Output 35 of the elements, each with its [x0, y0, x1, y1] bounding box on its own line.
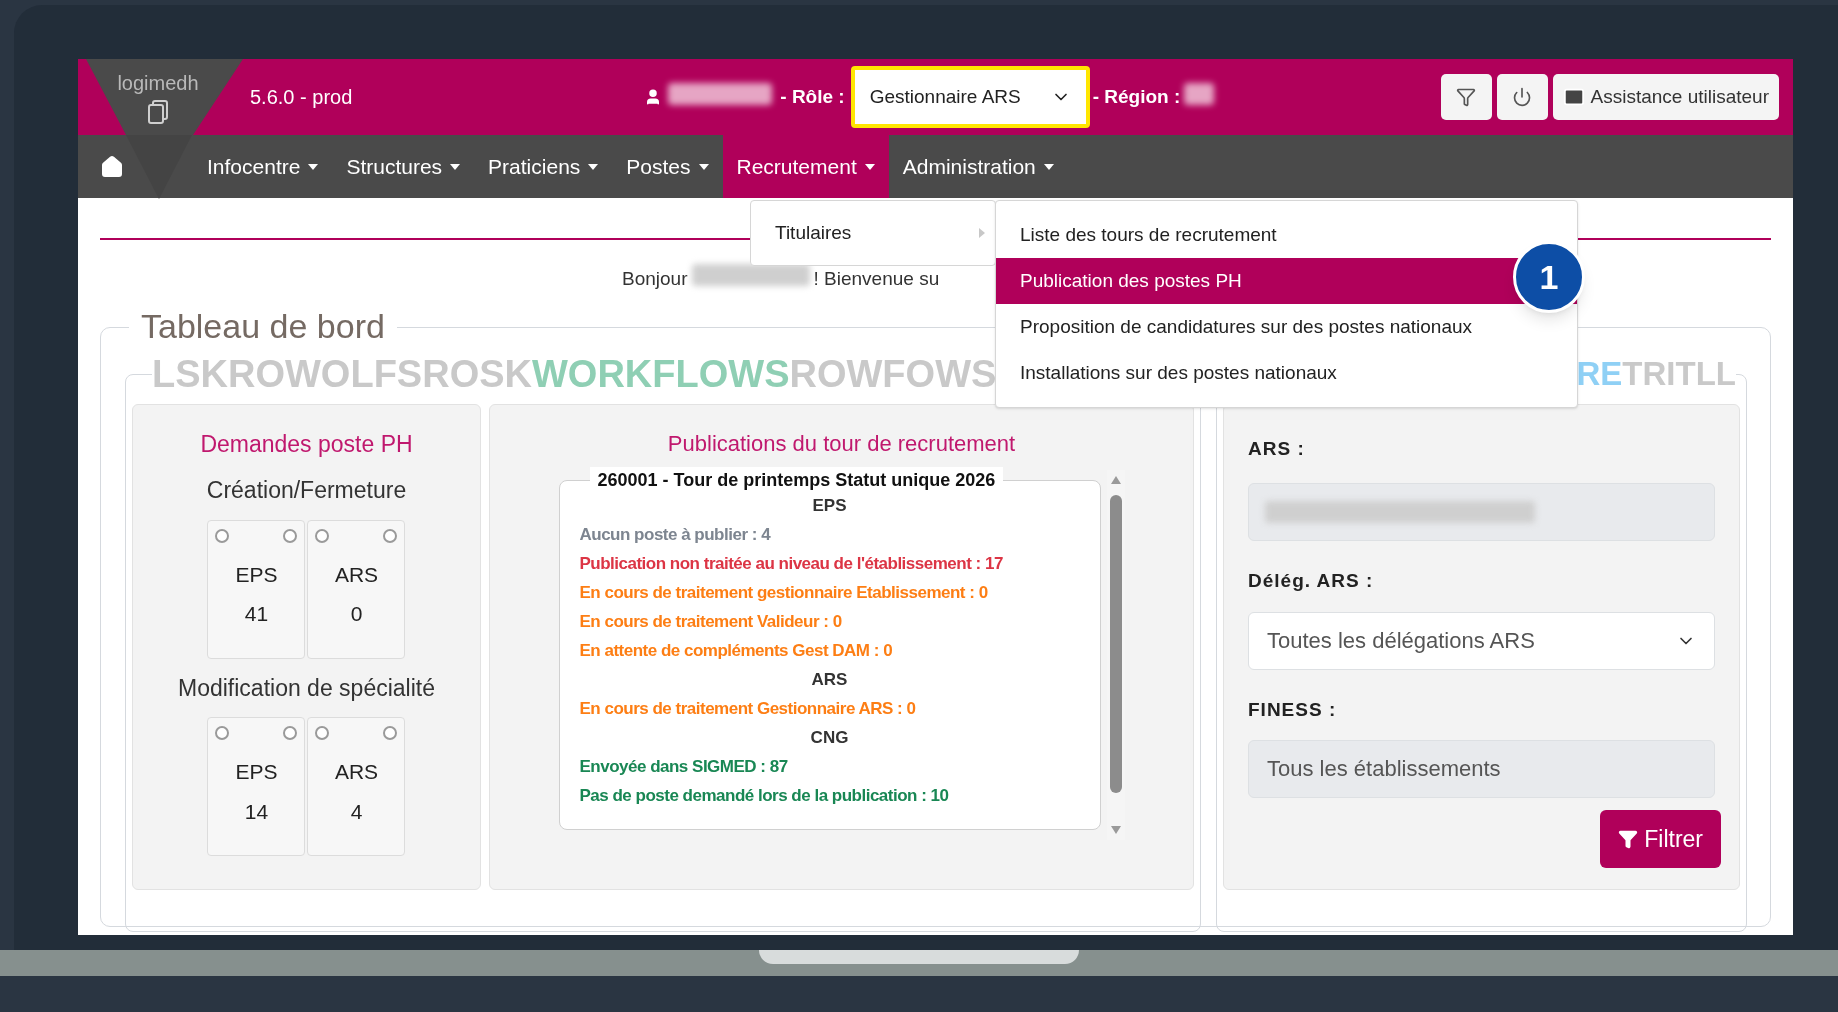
version-label: 5.6.0 - prod [250, 85, 353, 110]
card-count: 0 [350, 601, 363, 627]
panel-title: Publications du tour de recrutement [667, 429, 1016, 458]
status-line: Aucun poste à publier : 4 [579, 523, 772, 546]
card-label: ARS [334, 561, 379, 588]
card-count: 14 [244, 798, 269, 825]
role-label: - Rôle : [780, 84, 845, 109]
status-line: Envoyée dans SIGMED : 87 [579, 755, 789, 778]
status-line: En cours de traitement Valideur : 0 [579, 610, 843, 633]
card-label: ARS [334, 759, 379, 785]
section-heading: ARS [811, 668, 848, 691]
status-line: Publication non traitée au niveau de l'établissement : 17 [579, 552, 1004, 575]
field-label: Délég. ARS : [1248, 569, 1375, 593]
card-count: 41 [244, 601, 269, 627]
greeting-text: Bonjour [622, 267, 688, 291]
banner-text: LSKROWOLFSROSK [152, 351, 532, 396]
section-heading: CNG [810, 726, 849, 749]
card-label: EPS [235, 561, 278, 588]
banner-text: RE [1576, 353, 1623, 394]
banner-text: WORKFLOWS [532, 351, 790, 396]
card-label: EPS [235, 759, 278, 785]
group-title: Modification de spécialité [178, 673, 435, 703]
status-line: En cours de traitement Gestionnaire ARS : 0 [579, 697, 917, 720]
field-label: ARS : [1248, 436, 1306, 461]
field-label: FINESS : [1248, 697, 1338, 722]
logo-text: logimedh [117, 72, 199, 94]
greeting-text: ! Bienvenue su [813, 267, 940, 291]
card-count: 4 [350, 798, 363, 825]
group-title: Création/Fermeture [206, 476, 407, 505]
status-line: En cours de traitement gestionnaire Etablissement : 0 [579, 581, 989, 604]
region-label: - Région : [1092, 84, 1181, 109]
section-heading: EPS [812, 494, 847, 517]
status-line: Pas de poste demandé lors de la publication : 10 [579, 784, 950, 807]
status-line: En attente de compléments Gest DAM : 0 [579, 639, 894, 662]
panel-title: Demandes poste PH [200, 429, 413, 459]
